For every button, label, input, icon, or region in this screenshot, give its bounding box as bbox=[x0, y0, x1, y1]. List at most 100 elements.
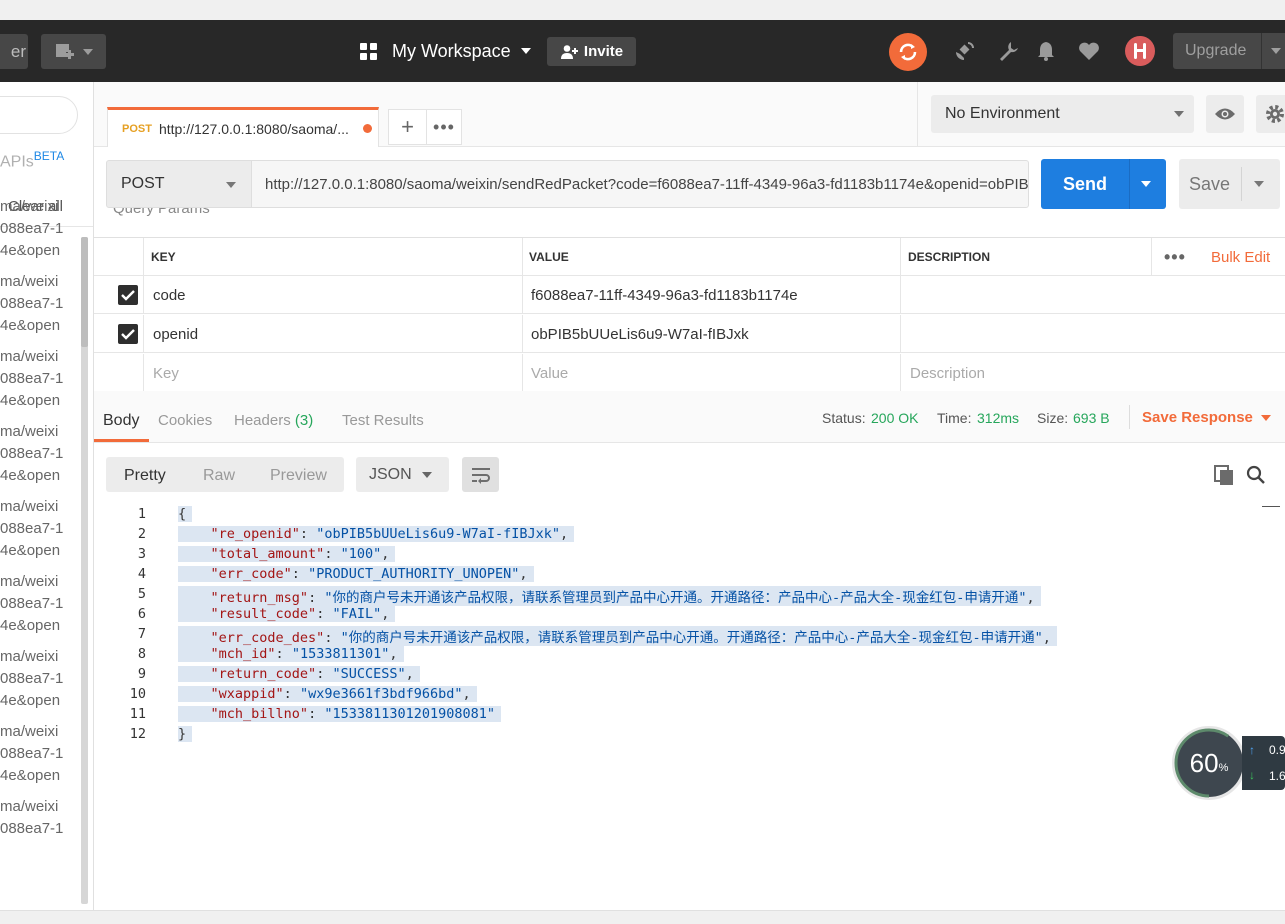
history-item[interactable]: ma/weixi 088ea7-1 4e&open bbox=[0, 646, 80, 712]
network-monitor-widget[interactable]: 60% bbox=[1172, 726, 1246, 800]
history-item-text: 088ea7-1 bbox=[0, 295, 64, 312]
url-input[interactable]: http://127.0.0.1:8080/saoma/weixin/sendR… bbox=[251, 160, 1029, 208]
new-tab-button[interactable]: + bbox=[388, 109, 427, 145]
size-value: 693 B bbox=[1073, 410, 1110, 426]
params-section-title: Query Params bbox=[113, 208, 210, 222]
format-pretty[interactable]: Pretty bbox=[124, 467, 166, 485]
history-item-text: 088ea7-1 bbox=[0, 670, 64, 687]
workspace-switcher[interactable]: My Workspace bbox=[360, 38, 531, 64]
tab-test-results[interactable]: Test Results bbox=[342, 412, 424, 429]
copy-icon[interactable] bbox=[1213, 464, 1235, 489]
history-item[interactable]: ma/weixi 088ea7-1 4e&open bbox=[0, 196, 80, 262]
format-raw[interactable]: Raw bbox=[203, 467, 235, 485]
history-item[interactable]: ma/weixi 088ea7-1 4e&open bbox=[0, 271, 80, 337]
bulk-edit-link[interactable]: Bulk Edit bbox=[1211, 238, 1270, 276]
save-options-chevron-icon[interactable] bbox=[1254, 181, 1264, 187]
editor-scrollbar[interactable] bbox=[1262, 506, 1280, 507]
history-item[interactable]: ma/weixi 088ea7-1 4e&open bbox=[0, 346, 80, 412]
history-item-text: 088ea7-1 bbox=[0, 745, 64, 762]
satellite-icon[interactable] bbox=[951, 38, 977, 64]
status-value: 200 OK bbox=[871, 410, 919, 426]
bell-icon[interactable] bbox=[1033, 38, 1059, 64]
params-row: openid obPIB5bUUeLis6u9-W7aI-fIBJxk bbox=[94, 315, 1285, 353]
param-checkbox[interactable] bbox=[118, 285, 138, 305]
history-item[interactable]: ma/weixi 088ea7-1 4e&open bbox=[0, 571, 80, 637]
line-number: 2 bbox=[137, 526, 146, 542]
heart-icon[interactable] bbox=[1076, 38, 1102, 64]
progress-ring-icon bbox=[1174, 728, 1244, 798]
json-value: "1533811301" bbox=[291, 646, 390, 662]
download-arrow-icon: ↓ bbox=[1249, 768, 1255, 782]
request-tab[interactable]: POST http://127.0.0.1:8080/saoma/... bbox=[107, 107, 379, 147]
line-number: 6 bbox=[137, 606, 146, 622]
send-options-chevron-icon[interactable] bbox=[1141, 181, 1151, 187]
line-number: 1 bbox=[137, 506, 146, 522]
grid-icon bbox=[360, 42, 377, 60]
wrench-icon[interactable] bbox=[995, 38, 1021, 64]
format-preview[interactable]: Preview bbox=[270, 467, 327, 485]
json-value: "wx9e3661f3bdf966bd" bbox=[299, 686, 463, 702]
network-speed-panel: ↑ 0.9 ↓ 1.6 bbox=[1242, 736, 1285, 790]
settings-button[interactable] bbox=[1256, 95, 1285, 133]
upload-arrow-icon: ↑ bbox=[1249, 743, 1255, 757]
invite-button[interactable]: Invite bbox=[547, 37, 636, 66]
tab-headers[interactable]: Headers (3) bbox=[234, 412, 313, 429]
brace: } bbox=[178, 726, 187, 742]
history-item-text: ma/weixi bbox=[0, 348, 59, 365]
wrap-lines-icon bbox=[471, 467, 490, 484]
param-key-cell[interactable]: code bbox=[153, 276, 186, 314]
params-options-more-icon[interactable]: ••• bbox=[1164, 238, 1186, 276]
history-item-text: 4e&open bbox=[0, 467, 61, 484]
param-value-cell[interactable]: obPIB5bUUeLis6u9-W7aI-fIBJxk bbox=[531, 315, 749, 353]
sidebar-search-input[interactable] bbox=[0, 96, 78, 134]
gear-icon bbox=[1266, 105, 1284, 123]
add-user-icon bbox=[560, 44, 578, 59]
divider bbox=[143, 315, 144, 352]
new-description-input[interactable]: Description bbox=[910, 354, 985, 392]
language-select[interactable]: JSON bbox=[356, 457, 449, 492]
param-checkbox[interactable] bbox=[118, 324, 138, 344]
code-text: "re_openid": "obPIB5bUUeLis6u9-W7aI-fIBJ… bbox=[178, 526, 575, 542]
window-top-strip bbox=[0, 0, 1285, 20]
environment-quick-look-button[interactable] bbox=[1206, 95, 1244, 133]
json-value: "100" bbox=[340, 546, 382, 562]
params-row: code f6088ea7-11ff-4349-96a3-fd1183b1174… bbox=[94, 276, 1285, 314]
environment-select[interactable]: No Environment bbox=[931, 95, 1194, 133]
method-select[interactable]: POST bbox=[106, 160, 252, 208]
code-text: "err_code": "PRODUCT_AUTHORITY_UNOPEN", bbox=[178, 566, 534, 582]
param-key-cell[interactable]: openid bbox=[153, 315, 198, 353]
import-button[interactable] bbox=[41, 34, 106, 69]
sync-button[interactable] bbox=[889, 33, 927, 71]
tab-options-button[interactable]: ••• bbox=[426, 109, 462, 145]
status-bar bbox=[0, 910, 1285, 924]
tab-body[interactable]: Body bbox=[103, 412, 139, 430]
new-button[interactable]: er bbox=[0, 34, 28, 69]
line-number: 7 bbox=[137, 626, 146, 642]
sidebar-tab-apis[interactable]: APIsBETA bbox=[0, 149, 64, 171]
history-item[interactable]: ma/weixi 088ea7-1 4e&open bbox=[0, 721, 80, 787]
history-item[interactable]: ma/weixi 088ea7-1 bbox=[0, 796, 80, 840]
divider bbox=[522, 354, 523, 391]
add-window-icon bbox=[55, 43, 75, 59]
send-button[interactable]: Send bbox=[1041, 159, 1166, 209]
line-number: 10 bbox=[129, 686, 146, 702]
upgrade-button[interactable]: Upgrade bbox=[1173, 33, 1285, 69]
new-key-input[interactable]: Key bbox=[153, 354, 179, 392]
new-value-input[interactable]: Value bbox=[531, 354, 568, 392]
sidebar-scrollbar-thumb[interactable] bbox=[81, 237, 88, 347]
history-item[interactable]: ma/weixi 088ea7-1 4e&open bbox=[0, 421, 80, 487]
history-item-text: ma/weixi bbox=[0, 573, 59, 590]
params-new-row: Key Value Description bbox=[94, 354, 1285, 392]
param-value-cell[interactable]: f6088ea7-11ff-4349-96a3-fd1183b1174e bbox=[531, 276, 798, 314]
chevron-down-icon[interactable] bbox=[1261, 415, 1271, 421]
history-item-text: ma/weixi bbox=[0, 648, 59, 665]
tab-cookies[interactable]: Cookies bbox=[158, 412, 212, 429]
save-response-button[interactable]: Save Response bbox=[1142, 409, 1253, 426]
save-button[interactable]: Save bbox=[1179, 159, 1280, 209]
history-item[interactable]: ma/weixi 088ea7-1 4e&open bbox=[0, 496, 80, 562]
download-speed: 1.6 bbox=[1269, 769, 1285, 783]
wrap-lines-button[interactable] bbox=[462, 457, 499, 492]
history-item-text: 4e&open bbox=[0, 617, 61, 634]
avatar[interactable] bbox=[1125, 36, 1155, 66]
search-icon[interactable] bbox=[1246, 465, 1266, 488]
